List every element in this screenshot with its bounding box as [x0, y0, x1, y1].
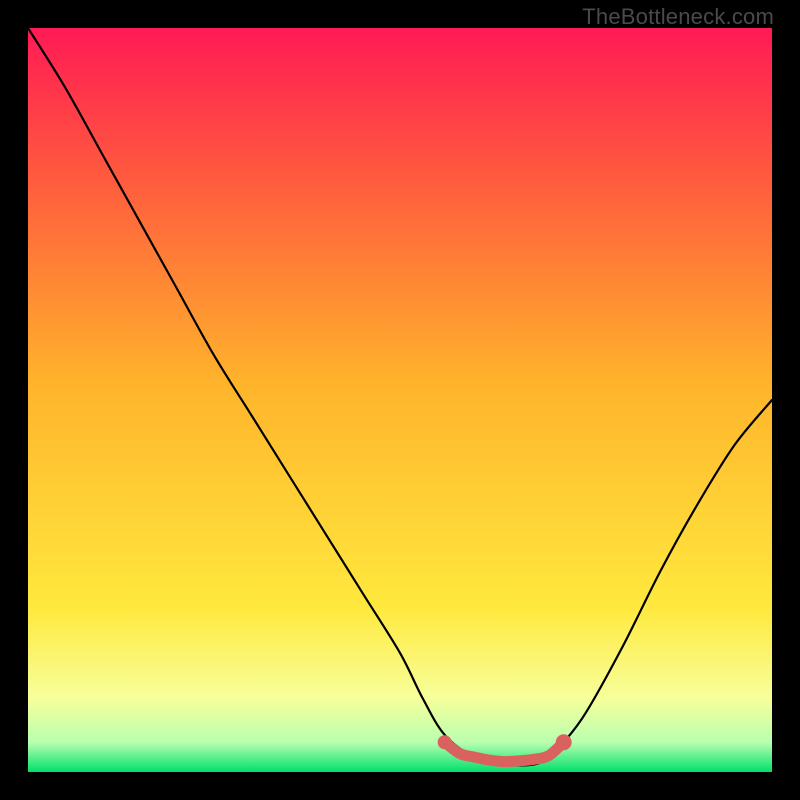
plot-area	[28, 28, 772, 772]
heatmap-background	[28, 28, 772, 772]
optimal-band-start-dot	[438, 735, 452, 749]
chart-stage: TheBottleneck.com	[0, 0, 800, 800]
optimal-band-end-dot	[556, 734, 572, 750]
watermark-text: TheBottleneck.com	[582, 4, 774, 30]
chart-svg	[28, 28, 772, 772]
